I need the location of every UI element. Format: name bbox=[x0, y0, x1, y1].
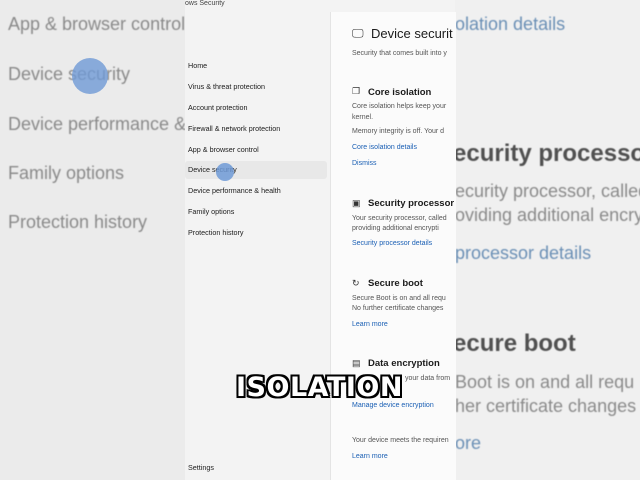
bg-link: ore bbox=[455, 433, 482, 453]
chip-icon: ▣ bbox=[352, 198, 361, 208]
bg-text: Boot is on and all requ bbox=[455, 372, 635, 392]
background-right-panel: olation details ecurity processor ecurit… bbox=[455, 0, 640, 480]
bg-heading: ecure boot bbox=[455, 330, 576, 357]
secure-boot-icon: ↻ bbox=[352, 278, 360, 288]
bg-nav-item: Protection history bbox=[8, 212, 148, 232]
bg-heading: ecurity processor bbox=[455, 140, 640, 167]
sidebar-item-account-protection[interactable]: Account protection bbox=[185, 99, 327, 117]
sidebar-item-home[interactable]: Home bbox=[185, 57, 327, 75]
page-title: Device securit bbox=[371, 26, 453, 41]
cursor-highlight-icon bbox=[72, 58, 108, 94]
data-encryption-desc: your data from bbox=[405, 375, 451, 382]
encryption-icon: ▤ bbox=[352, 358, 361, 368]
bg-nav-item: Device security bbox=[8, 64, 131, 84]
device-requirements-text: Your device meets the requiren bbox=[352, 437, 449, 444]
security-processor-title: Security processor bbox=[368, 198, 455, 209]
core-isolation-desc: kernel. bbox=[352, 114, 374, 121]
core-isolation-title: Core isolation bbox=[368, 87, 432, 98]
secure-boot-learn-more-link[interactable]: Learn more bbox=[352, 321, 388, 328]
page-subtitle: Security that comes built into y bbox=[352, 50, 447, 57]
video-caption: ISOLATION bbox=[236, 372, 403, 403]
sidebar-item-firewall-network[interactable]: Firewall & network protection bbox=[185, 120, 327, 138]
bg-nav-item: App & browser control bbox=[8, 14, 185, 34]
sidebar-item-virus-threat-protection[interactable]: Virus & threat protection bbox=[185, 78, 327, 96]
bg-text: oviding additional encryptio bbox=[455, 205, 640, 225]
secure-boot-desc: Secure Boot is on and all requ bbox=[352, 295, 446, 302]
bg-nav-item: Device performance & health bbox=[8, 114, 185, 134]
sidebar-item-settings[interactable]: Settings bbox=[185, 459, 327, 477]
bg-link: processor details bbox=[455, 243, 592, 263]
bg-text: ecurity processor, called bbox=[455, 181, 640, 201]
secure-boot-desc: No further certificate changes bbox=[352, 305, 444, 312]
laptop-icon: 🖵 bbox=[352, 26, 364, 40]
cursor-highlight-icon bbox=[216, 163, 234, 181]
bg-text: her certificate changes bbox=[455, 396, 637, 416]
sidebar-nav: Home Virus & threat protection Account p… bbox=[185, 0, 330, 480]
bg-link: olation details bbox=[455, 14, 566, 34]
manage-device-encryption-link[interactable]: Manage device encryption bbox=[352, 402, 434, 409]
device-security-content: 🖵 Device securit Security that comes bui… bbox=[330, 12, 456, 480]
background-left-panel: App & browser control Device security De… bbox=[0, 0, 185, 480]
core-isolation-details-link[interactable]: Core isolation details bbox=[352, 144, 417, 151]
security-processor-desc: providing additional encrypti bbox=[352, 225, 439, 232]
sidebar-item-app-browser-control[interactable]: App & browser control bbox=[185, 141, 327, 159]
sidebar-item-device-security[interactable]: Device security bbox=[185, 161, 327, 179]
dismiss-link[interactable]: Dismiss bbox=[352, 160, 377, 167]
sidebar-item-protection-history[interactable]: Protection history bbox=[185, 224, 327, 242]
sidebar-item-device-performance-health[interactable]: Device performance & health bbox=[185, 182, 327, 200]
footer-learn-more-link[interactable]: Learn more bbox=[352, 453, 388, 460]
core-isolation-desc: Core isolation helps keep your bbox=[352, 103, 447, 110]
security-processor-details-link[interactable]: Security processor details bbox=[352, 240, 432, 247]
bg-nav-item: Family options bbox=[8, 163, 125, 183]
security-processor-desc: Your security processor, called bbox=[352, 215, 447, 222]
core-isolation-status: Memory integrity is off. Your d bbox=[352, 128, 445, 135]
sidebar-item-family-options[interactable]: Family options bbox=[185, 203, 327, 221]
data-encryption-title: Data encryption bbox=[368, 358, 440, 369]
core-isolation-icon: ❐ bbox=[352, 86, 361, 96]
secure-boot-title: Secure boot bbox=[368, 278, 423, 289]
